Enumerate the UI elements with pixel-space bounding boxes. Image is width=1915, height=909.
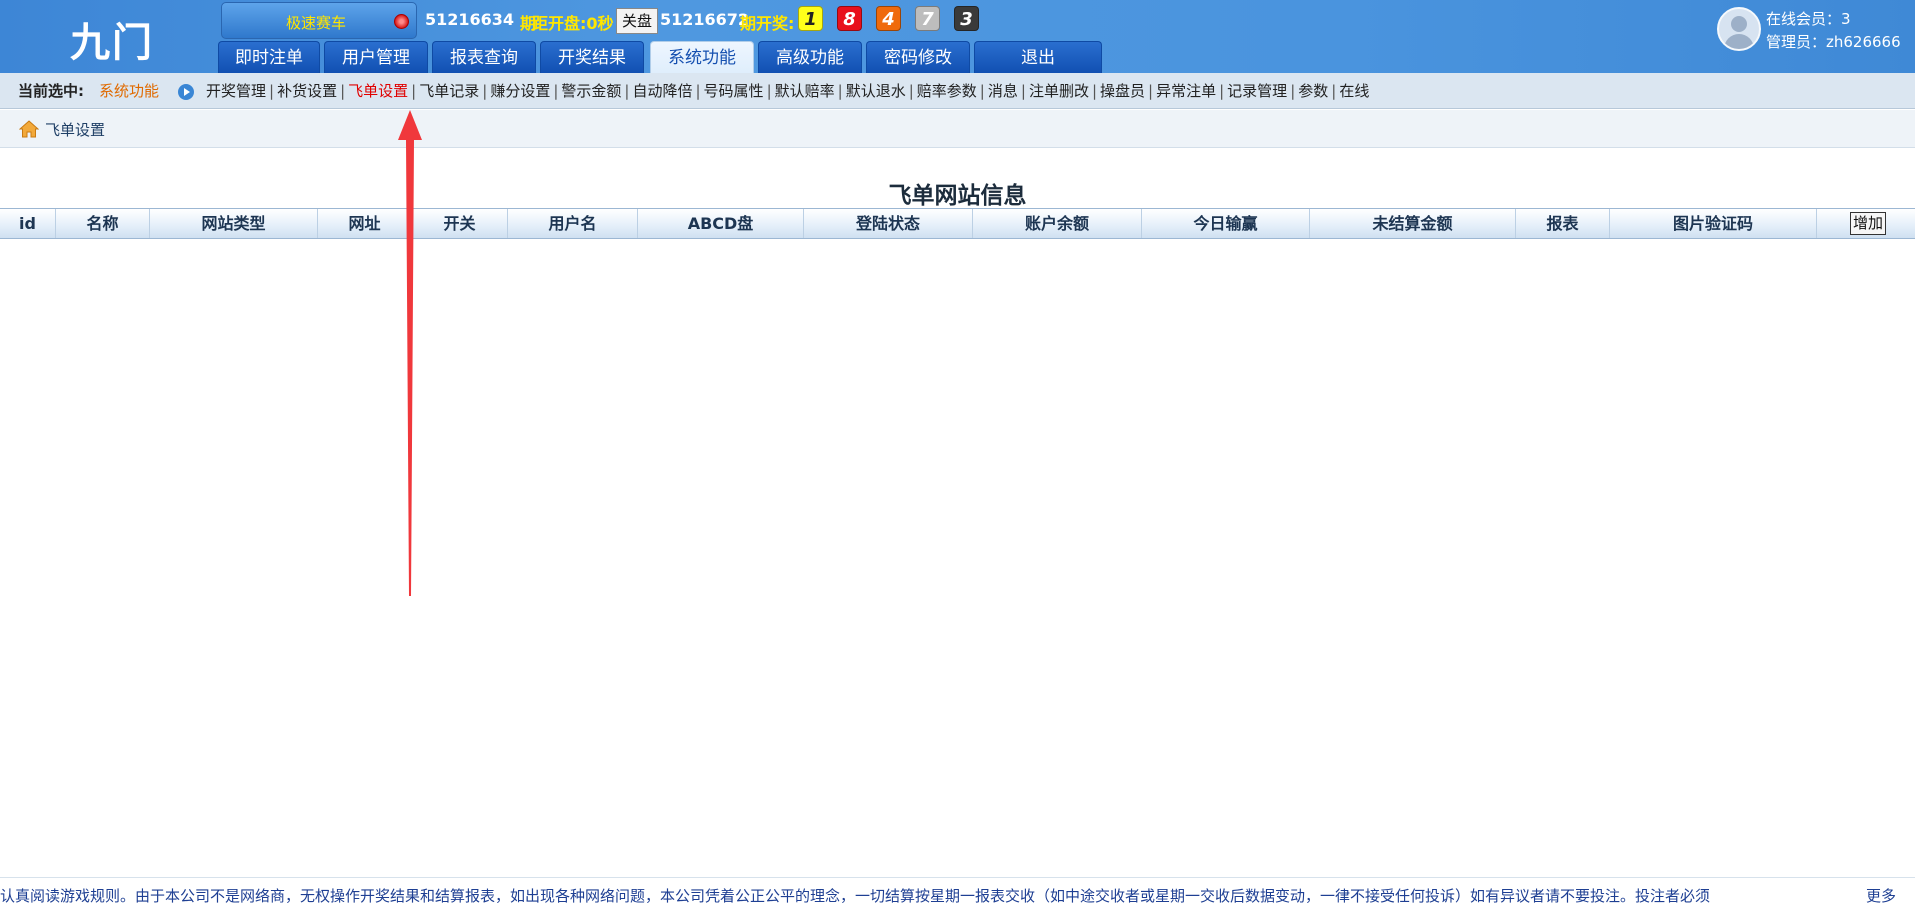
more-link[interactable]: 更多 xyxy=(1866,885,1896,906)
submenu-separator: | xyxy=(411,82,417,100)
submenu-separator: | xyxy=(1219,82,1225,100)
table-header: id 名称 网站类型 网址 开关 用户名 ABCD盘 登陆状态 账户余额 今日输赢 未结算金额 报表图… xyxy=(0,208,1915,239)
submenu-item[interactable]: 操盘员 xyxy=(1100,82,1145,100)
top-header: 九门 极速赛车 51216634 期 距开盘:0秒 关盘 51216672 期开… xyxy=(0,0,1915,73)
submenu-item[interactable]: 自动降倍 xyxy=(632,82,692,100)
submenu-item[interactable]: 飞单设置 xyxy=(348,82,408,100)
tab-6[interactable]: 密码修改 xyxy=(866,41,970,73)
submenu-separator: | xyxy=(695,82,701,100)
submenu-item[interactable]: 开奖管理 xyxy=(206,82,266,100)
submenu-separator: | xyxy=(340,82,346,100)
submenu-separator: | xyxy=(908,82,914,100)
column-header: 开关 xyxy=(412,209,508,238)
draw-ball: 8 xyxy=(837,6,862,31)
draw-ball: 3 xyxy=(954,6,979,31)
submenu-item[interactable]: 在线 xyxy=(1339,82,1369,100)
submenu-separator: | xyxy=(482,82,488,100)
submenu-separator: | xyxy=(979,82,985,100)
column-header: 名称 xyxy=(56,209,150,238)
tab-5[interactable]: 高级功能 xyxy=(758,41,862,73)
tab-0[interactable]: 即时注单 xyxy=(218,41,320,73)
column-header: 报表 xyxy=(1516,209,1610,238)
close-market-button[interactable]: 关盘 xyxy=(616,8,658,34)
breadcrumb-current[interactable]: 飞单设置 xyxy=(45,119,105,140)
user-icon-body xyxy=(1724,34,1754,49)
column-header: 账户余额 xyxy=(973,209,1142,238)
submenu-separator: | xyxy=(1331,82,1337,100)
submenu-item[interactable]: 注单删改 xyxy=(1029,82,1089,100)
submenu-item[interactable]: 参数 xyxy=(1298,82,1328,100)
submenu-item[interactable]: 飞单记录 xyxy=(419,82,479,100)
draw-ball: 4 xyxy=(876,6,901,31)
submenu-separator: | xyxy=(1148,82,1154,100)
submenu-separator: | xyxy=(1020,82,1026,100)
column-header: 用户名 xyxy=(508,209,638,238)
submenu-separator: | xyxy=(269,82,275,100)
column-header: 今日输赢 xyxy=(1142,209,1310,238)
tab-1[interactable]: 用户管理 xyxy=(324,41,428,73)
submenu-separator: | xyxy=(837,82,843,100)
column-header: 图片验证码 xyxy=(1610,209,1817,238)
submenu-item[interactable]: 默认赔率 xyxy=(775,82,835,100)
submenu-item[interactable]: 补货设置 xyxy=(277,82,337,100)
submenu-item[interactable]: 默认退水 xyxy=(846,82,906,100)
submenu-separator: | xyxy=(1091,82,1098,100)
logo: 九门 xyxy=(70,20,154,66)
submenu-item[interactable]: 赚分设置 xyxy=(490,82,550,100)
last-draw-label: 期开奖: xyxy=(740,14,795,33)
current-selection-value: 系统功能 xyxy=(99,82,160,100)
notice-bar: 认真阅读游戏规则。由于本公司不是网络商，无权操作开奖结果和结算报表，如出现各种网… xyxy=(0,877,1915,909)
add-button[interactable]: 增加 xyxy=(1850,212,1886,235)
current-issue: 51216634 xyxy=(425,10,515,29)
tab-7[interactable]: 退出 xyxy=(974,41,1102,73)
online-members: 在线会员：3 xyxy=(1766,10,1851,28)
submenu-item[interactable]: 异常注单 xyxy=(1156,82,1216,100)
annotation-arrow xyxy=(398,110,422,596)
submenu-item[interactable]: 记录管理 xyxy=(1227,82,1287,100)
column-header: id xyxy=(0,209,56,238)
tab-2[interactable]: 报表查询 xyxy=(432,41,536,73)
submenu-separator: | xyxy=(553,82,559,100)
submenu-item[interactable]: 号码属性 xyxy=(704,82,764,100)
submenu-item[interactable]: 消息 xyxy=(988,82,1018,100)
tab-4[interactable]: 系统功能 xyxy=(650,41,754,73)
submenu-separator: | xyxy=(624,82,630,100)
game-selector[interactable]: 极速赛车 xyxy=(221,2,417,39)
home-icon[interactable] xyxy=(19,120,39,138)
notice-marquee: 认真阅读游戏规则。由于本公司不是网络商，无权操作开奖结果和结算报表，如出现各种网… xyxy=(0,887,1711,905)
submenu-separator: | xyxy=(1290,82,1296,100)
sub-nav: 当前选中: 系统功能 开奖管理 | 补货设置 | 飞单设置 | 飞单记录 | 赚分设置 | 警示金额… xyxy=(0,73,1915,109)
tab-3[interactable]: 开奖结果 xyxy=(540,41,644,73)
countdown: 距开盘:0秒 xyxy=(532,14,614,33)
submenu-item[interactable]: 赔率参数 xyxy=(917,82,977,100)
column-header: ABCD盘 xyxy=(638,209,804,238)
column-header: 网站类型 xyxy=(150,209,318,238)
admin-name: 管理员：zh626666 xyxy=(1766,33,1901,51)
user-icon-head xyxy=(1731,16,1747,32)
submenu: 开奖管理 | 补货设置 | 飞单设置 | 飞单记录 | 赚分设置 | 警示金额 | 自动降倍 | 号码属性 |… xyxy=(206,73,1369,109)
submenu-item[interactable]: 警示金额 xyxy=(561,82,621,100)
column-header: 未结算金额 xyxy=(1310,209,1516,238)
breadcrumb: 飞单设置 xyxy=(0,110,1915,148)
avatar xyxy=(1717,7,1761,51)
play-icon xyxy=(178,84,194,100)
game-name: 极速赛车 xyxy=(286,14,347,32)
column-header: 登陆状态 xyxy=(804,209,973,238)
last-draw-issue: 51216672 xyxy=(660,10,750,29)
draw-ball: 7 xyxy=(915,6,940,31)
page-title: 飞单网站信息 xyxy=(888,183,1027,209)
submenu-separator: | xyxy=(766,82,772,100)
dropdown-icon[interactable] xyxy=(394,14,409,29)
draw-ball: 1 xyxy=(798,6,823,31)
current-selection-label: 当前选中: xyxy=(18,82,84,100)
